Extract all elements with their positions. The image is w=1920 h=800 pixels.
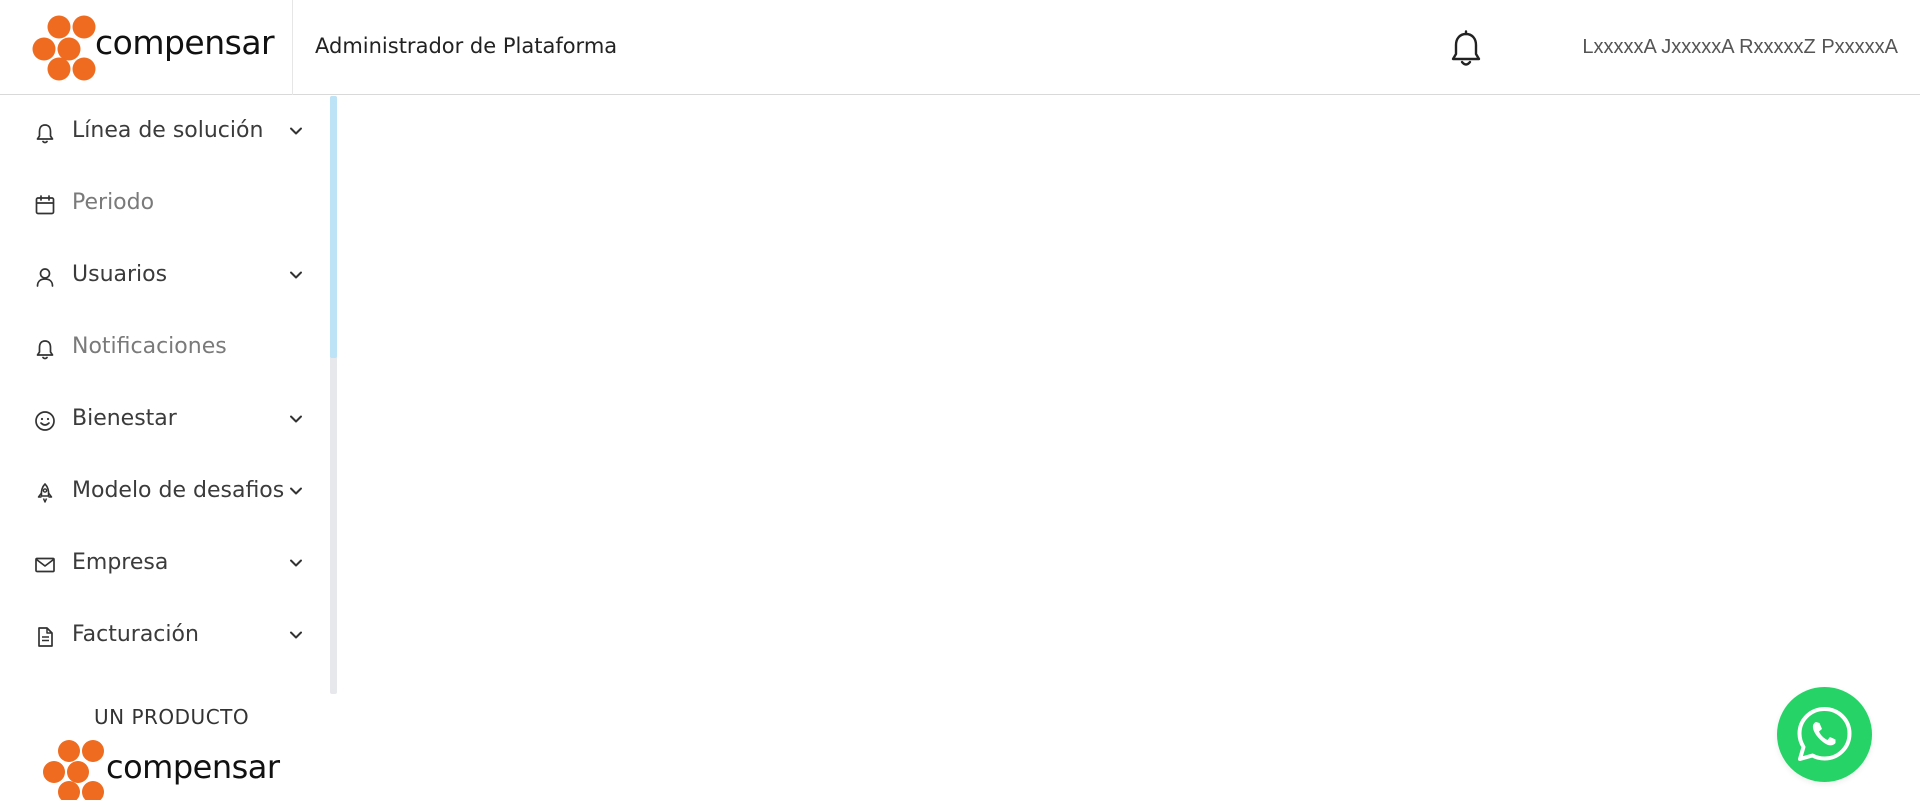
sidebar-item-label: Facturación: [72, 622, 199, 647]
chevron-down-icon[interactable]: [288, 483, 304, 499]
smile-icon: [35, 411, 55, 431]
mail-icon: [35, 557, 55, 573]
user-name[interactable]: LxxxxxA JxxxxxA RxxxxxZ PxxxxxA: [1582, 37, 1898, 57]
sidebar-item-label: Modelo de desafios: [72, 478, 285, 503]
sidebar-item-periodo[interactable]: Periodo: [0, 168, 328, 240]
whatsapp-button[interactable]: [1777, 687, 1872, 782]
whatsapp-icon: [1797, 707, 1852, 761]
sidebar-item-notificaciones[interactable]: Notificaciones: [0, 312, 328, 384]
bell-icon: [36, 124, 54, 144]
brand-name: compensar: [95, 23, 275, 62]
user-icon: [36, 268, 54, 287]
chevron-down-icon[interactable]: [288, 267, 304, 283]
sidebar-menu: Línea de solución Periodo Usuarios Notif…: [0, 96, 330, 672]
sidebar-item-linea-de-solucion[interactable]: Línea de solución: [0, 96, 328, 168]
sidebar-item-facturacion[interactable]: Facturación: [0, 600, 328, 672]
document-icon: [38, 627, 53, 647]
main-content: [338, 96, 1920, 800]
sidebar-item-label: Bienestar: [72, 406, 177, 431]
sidebar-item-usuarios[interactable]: Usuarios: [0, 240, 328, 312]
sidebar-item-label: Notificaciones: [72, 334, 227, 359]
rocket-icon: [37, 483, 53, 503]
bell-icon: [1451, 30, 1481, 66]
compensar-logo-icon: [32, 15, 96, 81]
sidebar-item-label: Periodo: [72, 190, 155, 215]
sidebar: Línea de solución Periodo Usuarios Notif…: [0, 96, 330, 694]
chevron-down-icon[interactable]: [288, 123, 304, 139]
sidebar-item-modelo-de-desafios[interactable]: Modelo de desafios: [0, 456, 328, 528]
chevron-down-icon[interactable]: [288, 627, 304, 643]
compensar-logo-icon: [43, 740, 104, 800]
sidebar-item-bienestar[interactable]: Bienestar: [0, 384, 328, 456]
chevron-down-icon[interactable]: [288, 555, 304, 571]
sidebar-item-empresa[interactable]: Empresa: [0, 528, 328, 600]
sidebar-item-label: Usuarios: [72, 262, 168, 287]
bell-icon: [36, 340, 54, 360]
product-label: UN PRODUCTO: [94, 705, 250, 729]
page-title: Administrador de Plataforma: [315, 34, 618, 58]
top-header: compensar Administrador de Plataforma Lx…: [0, 0, 1920, 95]
calendar-icon: [35, 195, 55, 215]
chevron-down-icon[interactable]: [288, 411, 304, 427]
sidebar-scrollbar-thumb[interactable]: [330, 96, 337, 358]
sidebar-item-label: Línea de solución: [72, 118, 264, 143]
brand-area[interactable]: compensar: [0, 0, 293, 95]
sidebar-item-label: Empresa: [72, 550, 169, 575]
notifications-button[interactable]: [1450, 30, 1482, 68]
footer-brand-name: compensar: [106, 748, 280, 786]
